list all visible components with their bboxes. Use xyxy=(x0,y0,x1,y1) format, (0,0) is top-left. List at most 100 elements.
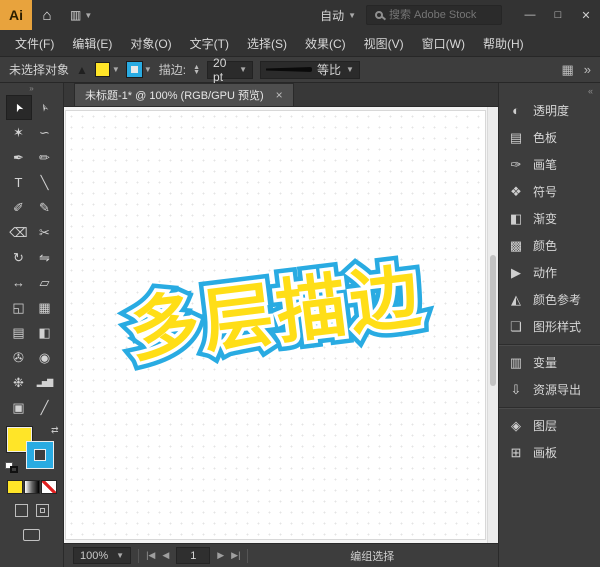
free-transform-tool[interactable]: ▱ xyxy=(32,270,58,295)
magic-wand-tool-icon: ✶ xyxy=(13,124,24,140)
panel-color[interactable]: ▩ 颜色 xyxy=(499,232,600,259)
panel-symbols[interactable]: ❖ 符号 xyxy=(499,178,600,205)
stroke-width-stepper[interactable]: ▲ ▼ xyxy=(193,64,200,76)
line-segment-tool[interactable]: ╲ xyxy=(32,170,58,195)
artboard-tool[interactable]: ▣ xyxy=(6,395,32,420)
swap-fill-stroke-icon[interactable]: ⇄ xyxy=(51,425,59,436)
draw-inside-icon[interactable] xyxy=(35,504,49,517)
column-graph-tool[interactable]: ▂▅▇ xyxy=(32,370,58,395)
brushes-icon: ✑ xyxy=(510,156,522,172)
panel-gradient[interactable]: ◧ 渐变 xyxy=(499,205,600,232)
screen-mode-icon[interactable] xyxy=(23,529,40,541)
eyedropper-tool[interactable]: ✇ xyxy=(6,345,32,370)
panel-color-guide[interactable]: ◭ 颜色参考 xyxy=(499,286,600,313)
search-input[interactable] xyxy=(389,9,493,21)
none-button[interactable] xyxy=(40,480,57,494)
zoom-dropdown[interactable]: 100% ▼ xyxy=(73,547,132,564)
chevron-down-icon: ▼ xyxy=(346,65,354,74)
gradient-tool[interactable]: ◧ xyxy=(32,320,58,345)
menu-type[interactable]: 文字(T) xyxy=(181,35,238,52)
panel-asset-export[interactable]: ⇩ 资源导出 xyxy=(499,376,600,403)
scissors-tool[interactable]: ✂ xyxy=(32,220,58,245)
stroke-color-dropdown[interactable]: ▼ xyxy=(126,62,152,77)
close-button[interactable]: ✕ xyxy=(572,0,600,30)
panel-graphic-styles[interactable]: ❏ 图形样式 xyxy=(499,313,600,340)
wordart-object[interactable]: 多层描边 多层描边 多层描边 xyxy=(117,240,436,378)
home-icon[interactable]: ⌂ xyxy=(32,7,62,24)
slice-tool[interactable]: ╱ xyxy=(32,395,58,420)
symbol-sprayer-tool[interactable]: ❉ xyxy=(6,370,32,395)
gradient-button[interactable] xyxy=(23,480,40,494)
paintbrush-tool[interactable]: ✐ xyxy=(6,195,32,220)
default-colors-icon[interactable] xyxy=(4,462,18,473)
tab-close-icon[interactable]: × xyxy=(276,88,283,102)
first-artboard-icon[interactable]: |◀ xyxy=(146,550,155,561)
canvas[interactable]: 多层描边 多层描边 多层描边 xyxy=(64,107,498,543)
blend-tool[interactable]: ◉ xyxy=(32,345,58,370)
panel-variables[interactable]: ▥ 变量 xyxy=(499,349,600,376)
color-button[interactable] xyxy=(6,480,23,494)
last-artboard-icon[interactable]: ▶| xyxy=(231,550,240,561)
auto-dropdown[interactable]: 自动 ▼ xyxy=(310,7,366,24)
fill-color-dropdown[interactable]: ▼ xyxy=(94,62,120,77)
vertical-scrollbar[interactable] xyxy=(487,107,498,543)
panel-transparency[interactable]: ◐ 透明度 xyxy=(499,97,600,124)
width-tool[interactable]: ↔ xyxy=(6,270,32,295)
artboard[interactable]: 多层描边 多层描边 多层描边 xyxy=(66,111,485,539)
menu-help[interactable]: 帮助(H) xyxy=(474,35,533,52)
pen-tool-icon: ✒ xyxy=(13,149,24,165)
panel-swatches[interactable]: ▤ 色板 xyxy=(499,124,600,151)
mesh-tool[interactable]: ▤ xyxy=(6,320,32,345)
workspace-switcher[interactable]: ▥ ▼ xyxy=(62,8,100,22)
panel-label: 颜色参考 xyxy=(533,293,582,307)
dock-collapse-icon[interactable]: « xyxy=(499,85,600,97)
shape-builder-tool[interactable]: ◱ xyxy=(6,295,32,320)
stroke-swatch[interactable] xyxy=(26,442,53,468)
menu-window[interactable]: 窗口(W) xyxy=(413,35,474,52)
scrollbar-thumb[interactable] xyxy=(490,255,496,387)
next-artboard-icon[interactable]: ▶ xyxy=(217,550,224,561)
menu-effect[interactable]: 效果(C) xyxy=(296,35,355,52)
minimize-button[interactable]: — xyxy=(516,0,544,30)
options-grid-icon[interactable]: ▦ xyxy=(561,62,573,78)
pencil-tool-icon: ✎ xyxy=(39,199,50,215)
panel-brushes[interactable]: ✑ 画笔 xyxy=(499,151,600,178)
scissors-tool-icon: ✂ xyxy=(39,224,50,240)
reflect-tool[interactable]: ⇋ xyxy=(32,245,58,270)
menu-edit[interactable]: 编辑(E) xyxy=(63,35,121,52)
artboard-number-field[interactable]: 1 xyxy=(176,547,211,564)
menu-view[interactable]: 视图(V) xyxy=(355,35,413,52)
menu-file[interactable]: 文件(F) xyxy=(6,35,63,52)
selection-tool[interactable]: ➤ xyxy=(5,95,32,120)
draw-normal-icon[interactable] xyxy=(14,504,28,517)
wordart-text: 多层描边 多层描边 多层描边 xyxy=(117,240,436,378)
perspective-grid-tool[interactable]: ▦ xyxy=(32,295,58,320)
titlebar: Ai ⌂ ▥ ▼ 自动 ▼ — □ ✕ xyxy=(0,0,600,30)
maximize-button[interactable]: □ xyxy=(544,0,572,30)
stroke-profile-dropdown[interactable]: 等比 ▼ xyxy=(260,60,360,79)
selection-status-label: 未选择对象 xyxy=(9,63,70,77)
lasso-tool[interactable]: ∽ xyxy=(32,120,58,145)
drawing-mode-buttons xyxy=(14,504,49,517)
app-logo[interactable]: Ai xyxy=(0,0,32,30)
rotate-tool[interactable]: ↻ xyxy=(6,245,32,270)
panel-artboards[interactable]: ⊞ 画板 xyxy=(499,439,600,466)
symbol-sprayer-tool-icon: ❉ xyxy=(13,374,24,390)
eraser-tool[interactable]: ⌫ xyxy=(6,220,32,245)
panel-layers[interactable]: ◈ 图层 xyxy=(499,412,600,439)
pen-tool[interactable]: ✒ xyxy=(6,145,32,170)
magic-wand-tool[interactable]: ✶ xyxy=(6,120,32,145)
menu-object[interactable]: 对象(O) xyxy=(121,35,180,52)
panel-actions[interactable]: ▶ 动作 xyxy=(499,259,600,286)
stroke-width-field[interactable]: 20 pt ▼ xyxy=(207,56,254,84)
previous-artboard-icon[interactable]: ◀ xyxy=(162,550,169,561)
toolbar-collapse-icon[interactable]: » xyxy=(0,83,63,95)
panel-collapse-icon[interactable]: » xyxy=(584,62,591,77)
panel-label: 色板 xyxy=(533,131,558,145)
document-tab[interactable]: 未标题-1* @ 100% (RGB/GPU 预览) × xyxy=(74,83,294,106)
menu-select[interactable]: 选择(S) xyxy=(238,35,296,52)
type-tool[interactable]: T xyxy=(6,170,32,195)
curvature-tool[interactable]: ✏ xyxy=(32,145,58,170)
direct-selection-tool[interactable]: ➣ xyxy=(32,95,58,120)
pencil-tool[interactable]: ✎ xyxy=(32,195,58,220)
